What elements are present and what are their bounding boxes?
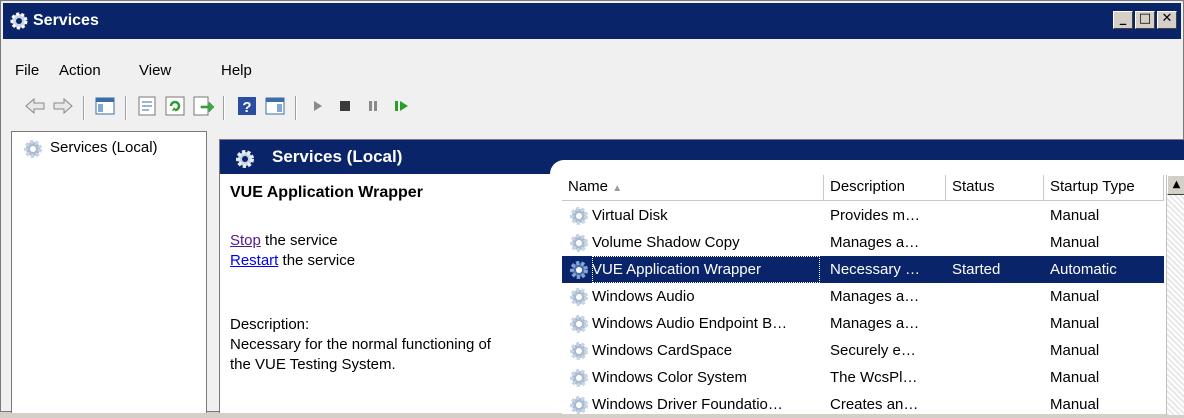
title-bar[interactable]: Services _ □ ✕ bbox=[3, 3, 1181, 39]
toolbar: ? bbox=[3, 90, 1181, 124]
service-name-cell: Windows Driver Foundatio… bbox=[592, 396, 783, 413]
service-name-cell: Windows CardSpace bbox=[592, 342, 733, 359]
properties-icon[interactable] bbox=[135, 94, 159, 118]
service-gear-icon bbox=[570, 207, 588, 225]
forward-arrow-icon[interactable] bbox=[51, 94, 75, 118]
menu-action[interactable]: Action bbox=[59, 61, 101, 81]
menu-file[interactable]: File bbox=[15, 61, 39, 81]
restart-service-suffix: the service bbox=[278, 252, 356, 269]
window-title: Services bbox=[33, 12, 99, 29]
service-name-cell: Virtual Disk bbox=[592, 207, 668, 224]
column-header-description[interactable]: Description bbox=[824, 175, 946, 201]
service-description-cell: Manages a… bbox=[830, 234, 920, 251]
column-header-startup-type[interactable]: Startup Type bbox=[1044, 175, 1164, 201]
start-service-icon[interactable] bbox=[305, 94, 329, 118]
service-name-cell: Windows Audio bbox=[592, 288, 695, 305]
services-gear-icon bbox=[236, 150, 254, 168]
service-gear-icon bbox=[570, 261, 588, 279]
services-window: Services _ □ ✕ File Action View Help ? S… bbox=[0, 0, 1184, 415]
pane-header-title: Services (Local) bbox=[272, 147, 403, 166]
service-startup-type-cell: Manual bbox=[1050, 369, 1100, 386]
back-arrow-icon[interactable] bbox=[23, 94, 47, 118]
show-hide-console-tree-icon[interactable] bbox=[93, 94, 117, 118]
service-name-cell: VUE Application Wrapper bbox=[592, 256, 820, 283]
service-description-cell: Provides m… bbox=[830, 207, 921, 224]
service-startup-type-cell: Manual bbox=[1050, 396, 1100, 413]
service-status-cell: Started bbox=[952, 261, 1001, 278]
maximize-icon: □ bbox=[1138, 11, 1152, 26]
service-gear-icon bbox=[570, 396, 588, 414]
help-icon[interactable]: ? bbox=[235, 94, 259, 118]
sort-ascending-icon: ▲ bbox=[612, 183, 623, 194]
service-row[interactable]: Windows CardSpace Securely e… Manual bbox=[562, 337, 1164, 364]
refresh-icon[interactable] bbox=[163, 94, 187, 118]
stop-service-icon[interactable] bbox=[333, 94, 357, 118]
service-row[interactable]: VUE Application Wrapper Necessary … Starte… bbox=[562, 256, 1164, 283]
service-row[interactable]: Windows Audio Endpoint B… Manages a… Manua… bbox=[562, 310, 1164, 337]
service-description-cell: Manages a… bbox=[830, 288, 920, 305]
service-row[interactable]: Virtual Disk Provides m… Manual bbox=[562, 202, 1164, 229]
service-startup-type-cell: Manual bbox=[1050, 342, 1100, 359]
pause-service-icon[interactable] bbox=[361, 94, 385, 118]
description-text-line-1: Necessary for the normal functioning of bbox=[230, 336, 491, 353]
service-row[interactable]: Windows Audio Manages a… Manual bbox=[562, 283, 1164, 310]
restart-service-link[interactable]: Restart bbox=[230, 252, 278, 269]
resume-service-icon[interactable] bbox=[389, 94, 413, 118]
service-row[interactable]: Windows Color System The WcsPl… Manual bbox=[562, 364, 1164, 391]
pane-header: Services (Local) bbox=[220, 140, 1184, 174]
stop-service-line: Stop the service bbox=[230, 232, 338, 249]
column-header-name[interactable]: Name ▲ bbox=[562, 175, 824, 201]
minimize-button[interactable]: _ bbox=[1113, 11, 1133, 29]
scroll-up-arrow-icon: ▲ bbox=[1172, 179, 1181, 190]
service-gear-icon bbox=[570, 234, 588, 252]
menu-bar: File Action View Help bbox=[3, 55, 1181, 87]
tree-item-label: Services (Local) bbox=[50, 139, 158, 156]
service-description-cell: Securely e… bbox=[830, 342, 916, 359]
scroll-up-button[interactable]: ▲ bbox=[1167, 175, 1184, 195]
stop-service-link[interactable]: Stop bbox=[230, 232, 261, 249]
service-startup-type-cell: Manual bbox=[1050, 234, 1100, 251]
service-row[interactable]: Windows Driver Foundatio… Creates an… Manu… bbox=[562, 391, 1164, 418]
service-startup-type-cell: Automatic bbox=[1050, 261, 1117, 278]
service-name-cell: Windows Color System bbox=[592, 369, 748, 386]
maximize-button[interactable]: □ bbox=[1135, 11, 1155, 29]
service-startup-type-cell: Manual bbox=[1050, 207, 1100, 224]
extended-tab-notch bbox=[550, 160, 1184, 174]
service-gear-icon bbox=[570, 315, 588, 333]
export-list-icon[interactable] bbox=[191, 94, 215, 118]
svg-text:?: ? bbox=[242, 99, 251, 116]
show-hide-action-pane-icon[interactable] bbox=[263, 94, 287, 118]
service-gear-icon bbox=[570, 288, 588, 306]
minimize-icon: _ bbox=[1119, 11, 1127, 26]
service-description-cell: Creates an… bbox=[830, 396, 919, 413]
services-gear-icon bbox=[24, 140, 42, 158]
close-button[interactable]: ✕ bbox=[1157, 11, 1177, 29]
description-label: Description: bbox=[230, 316, 310, 333]
service-startup-type-cell: Manual bbox=[1050, 288, 1100, 305]
selected-service-name: VUE Application Wrapper bbox=[230, 184, 423, 201]
service-name-cell: Windows Audio Endpoint B… bbox=[592, 315, 788, 332]
menu-view[interactable]: View bbox=[139, 61, 171, 81]
service-description-cell: Manages a… bbox=[830, 315, 920, 332]
services-list: Name ▲ Description Status Startup Type V… bbox=[562, 174, 1184, 415]
services-gear-icon bbox=[10, 12, 28, 30]
column-header-status[interactable]: Status bbox=[946, 175, 1044, 201]
menu-help[interactable]: Help bbox=[221, 61, 252, 81]
service-name-cell: Volume Shadow Copy bbox=[592, 234, 740, 251]
console-tree: Services (Local) bbox=[11, 131, 207, 413]
service-row[interactable]: Volume Shadow Copy Manages a… Manual bbox=[562, 229, 1164, 256]
service-description-cell: The WcsPl… bbox=[830, 369, 918, 386]
vertical-scrollbar[interactable]: ▲ bbox=[1166, 175, 1184, 415]
restart-service-line: Restart the service bbox=[230, 252, 355, 269]
description-text-line-2: the VUE Testing System. bbox=[230, 356, 396, 373]
details-pane: Services (Local) VUE Application Wrapper… bbox=[219, 139, 1184, 415]
service-description-cell: Necessary … bbox=[830, 261, 921, 278]
close-icon: ✕ bbox=[1161, 11, 1173, 26]
service-gear-icon bbox=[570, 369, 588, 387]
service-gear-icon bbox=[570, 342, 588, 360]
service-startup-type-cell: Manual bbox=[1050, 315, 1100, 332]
stop-service-suffix: the service bbox=[260, 232, 338, 249]
